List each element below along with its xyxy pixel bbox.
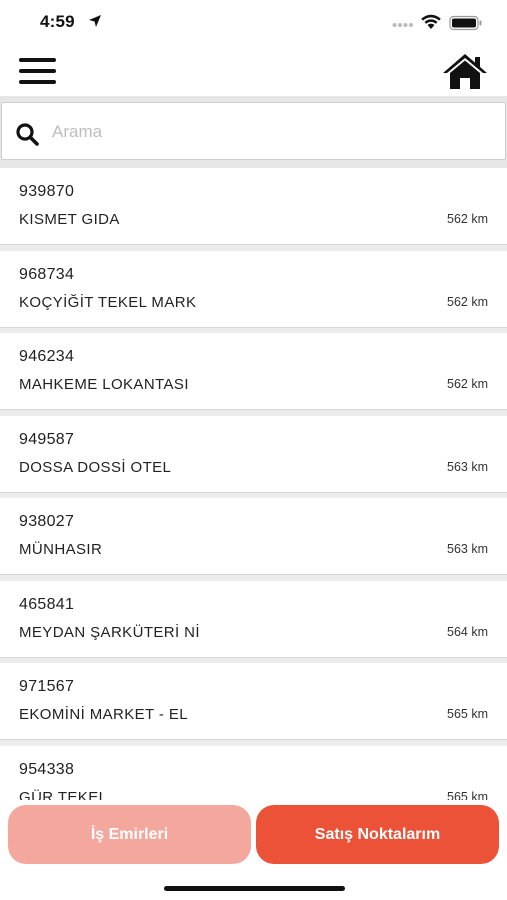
- wifi-icon: [421, 14, 441, 29]
- item-name: EKOMİNİ MARKET - EL: [19, 706, 189, 723]
- item-name: MAHKEME LOKANTASI: [19, 376, 189, 393]
- list-item[interactable]: 954338 GÜR TEKEL 565 km: [0, 745, 507, 808]
- item-name: MÜNHASIR: [19, 541, 103, 558]
- search-box: [1, 102, 506, 160]
- item-name: KISMET GIDA: [19, 211, 120, 228]
- bottom-action-bar: İş Emirleri Satış Noktalarım: [0, 800, 507, 900]
- item-distance: 563 km: [447, 459, 488, 474]
- list-item[interactable]: 465841 MEYDAN ŞARKÜTERİ Nİ 564 km: [0, 580, 507, 658]
- item-distance: 562 km: [447, 294, 488, 309]
- cellular-signal-icon: [392, 23, 413, 27]
- search-bar-container: [0, 96, 507, 168]
- item-code: 968734: [19, 265, 75, 283]
- item-name: MEYDAN ŞARKÜTERİ Nİ: [19, 623, 200, 641]
- item-name: DOSSA DOSSİ OTEL: [19, 458, 172, 476]
- item-distance: 562 km: [447, 212, 488, 226]
- battery-icon: [449, 15, 482, 31]
- list-item[interactable]: 949587 DOSSA DOSSİ OTEL 563 km: [0, 415, 507, 493]
- item-code: 949587: [19, 430, 75, 448]
- list-item[interactable]: 938027 MÜNHASIR 563 km: [0, 498, 507, 575]
- list-item[interactable]: 946234 MAHKEME LOKANTASI 562 km: [0, 333, 507, 410]
- item-distance: 564 km: [447, 624, 488, 639]
- status-bar: 4:59: [0, 0, 507, 46]
- home-indicator[interactable]: [164, 886, 345, 891]
- sales-points-button[interactable]: Satış Noktalarım: [256, 805, 499, 864]
- status-time: 4:59: [40, 12, 75, 31]
- item-code: 938027: [19, 513, 75, 530]
- sales-points-list: 939870 KISMET GIDA 562 km 968734 KOÇYİĞİ…: [0, 168, 507, 808]
- item-code: 465841: [19, 595, 75, 613]
- item-name: KOÇYİĞİT TEKEL MARK: [19, 293, 197, 311]
- item-distance: 565 km: [447, 707, 488, 721]
- search-icon: [16, 123, 39, 146]
- work-orders-button[interactable]: İş Emirleri: [8, 805, 251, 864]
- item-code: 939870: [19, 183, 75, 200]
- item-code: 971567: [19, 678, 75, 695]
- item-code: 946234: [19, 348, 75, 365]
- hamburger-menu-icon[interactable]: [19, 56, 57, 86]
- item-distance: 562 km: [447, 377, 488, 391]
- list-item[interactable]: 968734 KOÇYİĞİT TEKEL MARK 562 km: [0, 250, 507, 328]
- header: [0, 46, 507, 96]
- search-input[interactable]: [52, 115, 492, 149]
- list-item[interactable]: 939870 KISMET GIDA 562 km: [0, 168, 507, 245]
- item-code: 954338: [19, 760, 75, 778]
- home-icon[interactable]: [441, 52, 489, 90]
- item-distance: 563 km: [447, 542, 488, 556]
- list-item[interactable]: 971567 EKOMİNİ MARKET - EL 565 km: [0, 663, 507, 740]
- location-arrow-icon: [89, 15, 101, 27]
